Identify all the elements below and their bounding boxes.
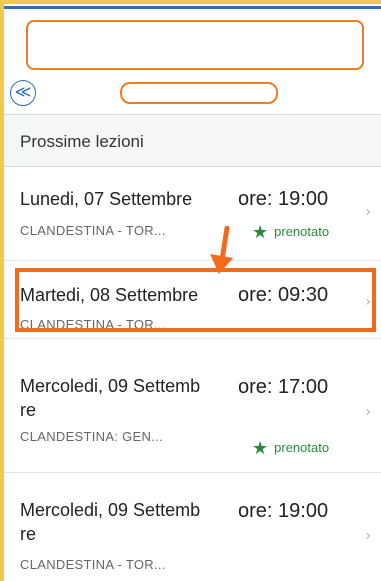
- lesson-time: ore: 17:00: [238, 376, 329, 398]
- redacted-header-area: [26, 20, 364, 70]
- chevron-right-icon: ›: [365, 204, 371, 220]
- lesson-time: ore: 09:30: [238, 284, 329, 306]
- arrow-down-icon: [210, 226, 233, 274]
- lesson-place: CLANDESTINA - TOR...: [20, 557, 166, 572]
- lesson-date: Mercoledi, 09 Settemb: [20, 376, 201, 396]
- lesson-place: CLANDESTINA: GEN...: [20, 429, 163, 444]
- lesson-row[interactable]: Martedi, 08 Settembre ore: 09:30 CLANDES…: [4, 261, 381, 339]
- section-title: Prossime lezioni: [20, 132, 144, 151]
- redacted-title-area: [120, 82, 278, 104]
- status-badge: ★ prenotato: [252, 438, 329, 459]
- status-badge: ★ prenotato: [252, 222, 329, 243]
- chevron-right-icon: ›: [365, 404, 371, 420]
- lesson-row[interactable]: Mercoledi, 09 Settemb re ore: 17:00 CLAN…: [4, 339, 381, 473]
- lesson-date: Lunedi, 07 Settembre: [20, 189, 193, 209]
- lesson-date-wrap: re: [20, 524, 37, 544]
- lesson-time: ore: 19:00: [238, 188, 329, 210]
- chevron-right-icon: ›: [365, 294, 371, 310]
- top-accent-line: [4, 6, 381, 9]
- lesson-date: Martedi, 08 Settembre: [20, 285, 199, 305]
- lesson-date-wrap: re: [20, 400, 37, 420]
- lesson-row[interactable]: Lunedi, 07 Settembre ore: 19:00 CLANDEST…: [4, 167, 381, 261]
- lesson-place: CLANDESTINA - TOR...: [20, 317, 166, 332]
- double-chevron-left-icon[interactable]: ≪: [10, 80, 36, 106]
- status-label: prenotato: [274, 224, 330, 239]
- lesson-row[interactable]: Mercoledi, 09 Settemb re ore: 19:00 CLAN…: [4, 473, 381, 581]
- section-header: Prossime lezioni: [4, 115, 381, 167]
- star-icon: ★: [252, 222, 269, 243]
- status-label: prenotato: [274, 440, 330, 455]
- star-icon: ★: [252, 438, 269, 459]
- lesson-place: CLANDESTINA - TOR...: [20, 223, 166, 238]
- chevron-right-icon: ›: [365, 528, 371, 544]
- lesson-time: ore: 19:00: [238, 500, 329, 522]
- lesson-date: Mercoledi, 09 Settemb: [20, 500, 201, 520]
